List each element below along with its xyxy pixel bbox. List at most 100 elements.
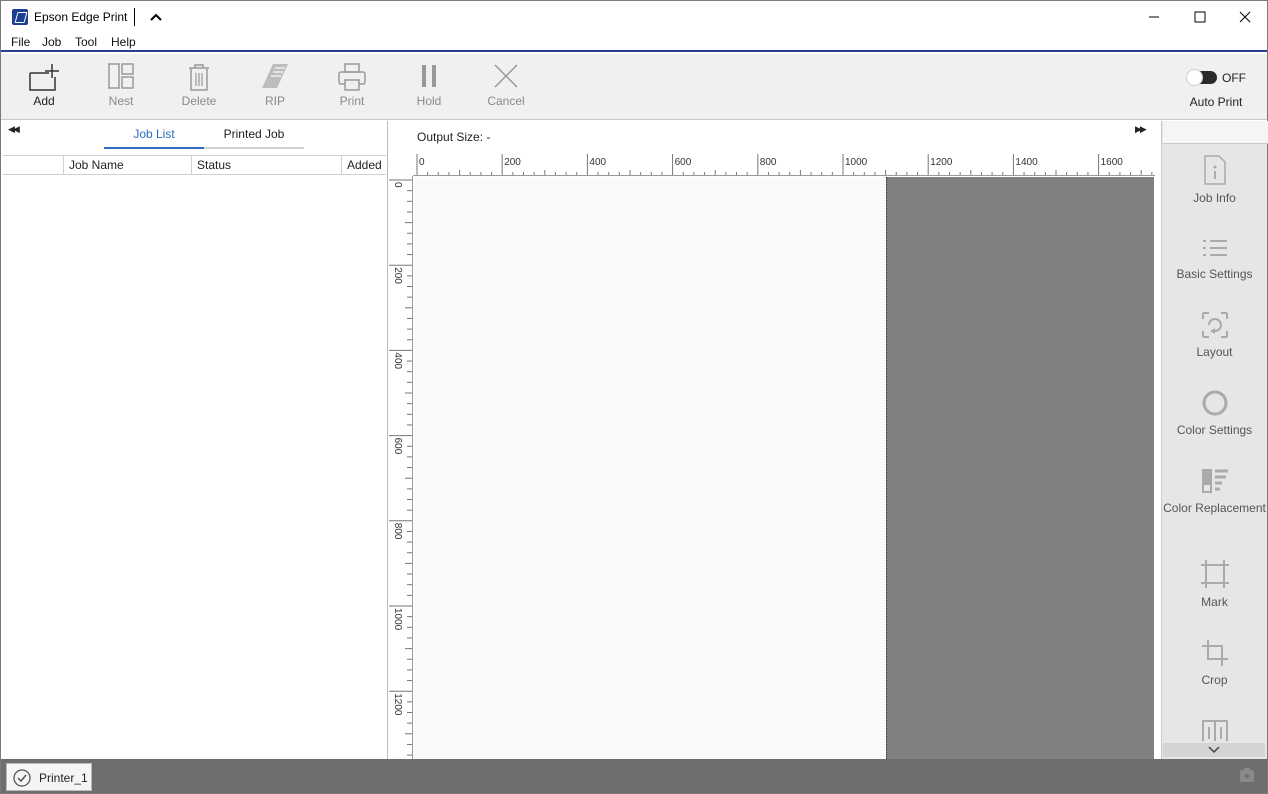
rip-label: RIP — [264, 94, 285, 108]
scroll-down-button[interactable] — [1163, 743, 1265, 757]
toggle-knob — [1186, 69, 1203, 86]
settings-panel-header — [1163, 121, 1268, 144]
basic-settings-label: Basic Settings — [1176, 267, 1253, 281]
check-circle-icon — [13, 769, 31, 787]
layout-button[interactable]: Layout — [1162, 311, 1267, 359]
v-ruler-label: 400 — [392, 352, 403, 369]
color-settings-button[interactable]: Color Settings — [1162, 389, 1267, 437]
close-button[interactable] — [1222, 1, 1268, 33]
more-settings-button[interactable] — [1162, 719, 1267, 741]
menu-file[interactable]: File — [11, 35, 30, 49]
collapse-left-icon[interactable]: ◀◀ — [8, 124, 20, 135]
color-replacement-button[interactable]: Color Replacement — [1162, 467, 1267, 515]
h-ruler-label: 1600 — [1101, 157, 1124, 168]
trash-icon — [189, 64, 209, 91]
mark-button[interactable]: Mark — [1162, 559, 1267, 609]
mark-label: Mark — [1201, 595, 1228, 609]
print-label: Print — [339, 94, 365, 108]
add-button[interactable]: Add — [13, 54, 75, 120]
tab-job-list[interactable]: Job List — [104, 127, 204, 149]
rip-button[interactable]: RIP — [244, 54, 306, 120]
cancel-label: Cancel — [487, 94, 525, 108]
printer-tab[interactable]: Printer_1 — [6, 763, 92, 791]
printer-name: Printer_1 — [39, 771, 88, 785]
crop-button[interactable]: Crop — [1162, 639, 1267, 687]
basic-settings-button[interactable]: Basic Settings — [1162, 237, 1267, 281]
minimize-button[interactable] — [1131, 1, 1177, 33]
column-job-name[interactable]: Job Name — [63, 156, 191, 175]
job-info-icon — [1203, 155, 1226, 185]
cancel-x-icon — [494, 64, 518, 88]
layout-icon — [1201, 312, 1228, 338]
cancel-button[interactable]: Cancel — [475, 54, 537, 120]
h-ruler-label: 1000 — [845, 157, 868, 168]
layout-label: Layout — [1196, 345, 1233, 359]
expand-right-icon[interactable]: ▶▶ — [1135, 124, 1147, 135]
auto-print-toggle[interactable] — [1186, 69, 1217, 86]
output-size: Output Size: - — [417, 130, 491, 144]
basic-settings-icon — [1202, 240, 1227, 256]
print-canvas[interactable] — [414, 177, 885, 759]
h-ruler-label: 1400 — [1015, 157, 1038, 168]
chevron-down-icon — [1208, 746, 1220, 754]
color-replacement-icon — [1201, 469, 1228, 493]
h-ruler-label: 200 — [504, 157, 521, 168]
nest-icon — [108, 63, 134, 89]
title-separator — [134, 8, 135, 26]
toolbar: Add Nest Delete RIP Print Hold Cancel OF… — [1, 54, 1267, 120]
nest-button[interactable]: Nest — [90, 54, 152, 120]
window-title: Epson Edge Print — [34, 10, 128, 24]
job-list-panel: ◀◀ Job List Printed Job Job Name Status … — [3, 121, 388, 759]
color-settings-label: Color Settings — [1176, 423, 1253, 437]
job-table-header: Job Name Status Added — [3, 155, 386, 175]
menu-job[interactable]: Job — [42, 35, 61, 49]
tab-printed-job[interactable]: Printed Job — [204, 127, 304, 149]
h-ruler-label: 400 — [589, 157, 606, 168]
delete-button[interactable]: Delete — [168, 54, 230, 120]
app-window: Epson Edge Print File Job Tool Help Add — [0, 0, 1268, 794]
hold-label: Hold — [416, 94, 442, 108]
h-ruler-label: 1200 — [930, 157, 953, 168]
v-ruler-label: 1200 — [392, 693, 403, 716]
title-bar: Epson Edge Print — [1, 1, 1267, 33]
color-replacement-label: Color Replacement — [1163, 501, 1266, 515]
auto-print-state: OFF — [1222, 71, 1246, 85]
crop-label: Crop — [1201, 673, 1228, 687]
color-settings-icon — [1202, 390, 1227, 416]
pause-icon — [422, 65, 436, 87]
add-label: Add — [33, 94, 55, 108]
menu-help[interactable]: Help — [111, 35, 136, 49]
auto-print-control: OFF Auto Print — [1181, 54, 1251, 120]
column-status[interactable]: Status — [191, 156, 341, 175]
collapse-ribbon-icon[interactable] — [147, 9, 165, 27]
column-added[interactable]: Added — [341, 156, 386, 175]
h-ruler-label: 600 — [675, 157, 692, 168]
delete-label: Delete — [181, 94, 217, 108]
h-ruler-label: 800 — [760, 157, 777, 168]
printer-icon — [338, 63, 366, 91]
vertical-ruler: 0 200 400 600 800 1000 1200 — [389, 176, 413, 759]
status-bar: Printer_1 — [1, 759, 1267, 793]
maximize-button[interactable] — [1177, 1, 1223, 33]
v-ruler-label: 600 — [392, 438, 403, 455]
v-ruler-label: 1000 — [392, 608, 403, 631]
mark-icon — [1200, 560, 1229, 588]
job-info-label: Job Info — [1193, 191, 1236, 205]
preview-area: Output Size: - ▶▶ 0 200 400 600 800 1000 1200 1… — [389, 121, 1161, 759]
settings-panel: Job Info Basic Settings Layout Color Set… — [1161, 121, 1268, 759]
menu-bar: File Job Tool Help — [1, 33, 1267, 52]
job-info-button[interactable]: Job Info — [1162, 155, 1267, 205]
horizontal-ruler: 0 200 400 600 800 1000 1200 1400 1600 — [413, 154, 1155, 176]
menu-tool[interactable]: Tool — [75, 35, 97, 49]
h-ruler-label: 0 — [419, 157, 425, 168]
media-outside-area — [886, 177, 1154, 759]
print-button[interactable]: Print — [321, 54, 383, 120]
app-logo-icon — [12, 9, 28, 25]
rip-icon — [262, 64, 288, 88]
v-ruler-label: 800 — [392, 523, 403, 540]
auto-print-label: Auto Print — [1189, 95, 1243, 109]
hold-button[interactable]: Hold — [398, 54, 460, 120]
v-ruler-label: 200 — [392, 267, 403, 284]
v-ruler-label: 0 — [392, 182, 403, 188]
printer-status-icon[interactable] — [1239, 767, 1255, 783]
